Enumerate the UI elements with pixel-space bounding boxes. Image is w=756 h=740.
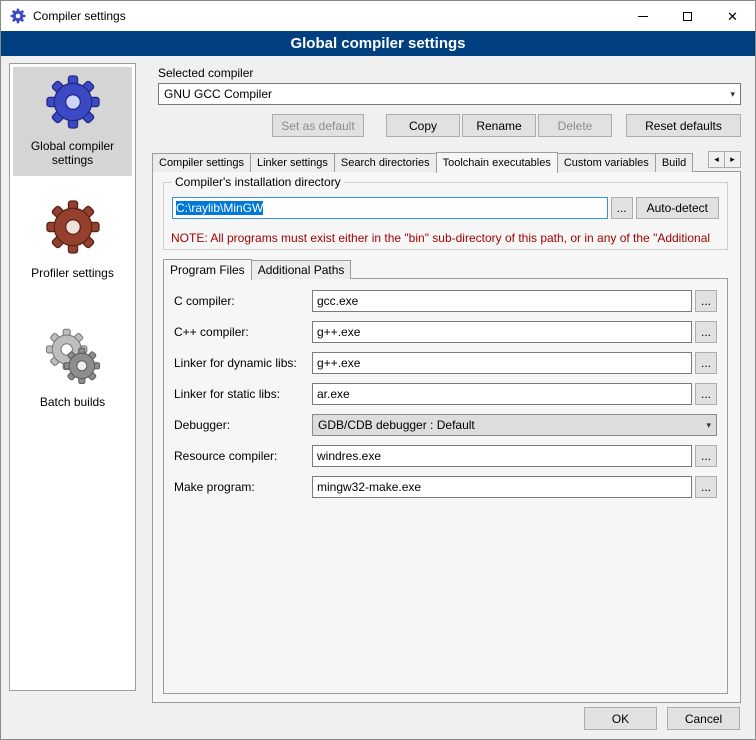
auto-detect-button[interactable]: Auto-detect — [636, 197, 719, 219]
form-row-debugger: Debugger: GDB/CDB debugger : Default ▾ — [174, 414, 717, 436]
tab-build[interactable]: Build — [655, 153, 693, 172]
rename-button[interactable]: Rename — [462, 114, 536, 137]
installation-directory-selected-text: C:\raylib\MinGW — [176, 201, 263, 215]
linker-static-label: Linker for static libs: — [174, 387, 312, 401]
form-row-linker-dynamic: Linker for dynamic libs: ... — [174, 352, 717, 374]
resource-compiler-input[interactable] — [312, 445, 692, 467]
debugger-select[interactable]: GDB/CDB debugger : Default ▾ — [312, 414, 717, 436]
window-icon — [10, 8, 26, 24]
installation-directory-row: C:\raylib\MinGW ... Auto-detect — [172, 197, 719, 219]
form-row-c-compiler: C compiler: ... — [174, 290, 717, 312]
tab-linker-settings[interactable]: Linker settings — [250, 153, 335, 172]
settings-category-list: Global compiler settings Profiler settin… — [9, 63, 136, 691]
copy-button[interactable]: Copy — [386, 114, 460, 137]
linker-dynamic-label: Linker for dynamic libs: — [174, 356, 312, 370]
form-row-linker-static: Linker for static libs: ... — [174, 383, 717, 405]
chevron-down-icon: ▾ — [706, 420, 711, 431]
tab-scroll-left-icon: ◂ — [714, 155, 719, 164]
subtab-program-files[interactable]: Program Files — [163, 259, 252, 280]
linker-dynamic-input[interactable] — [312, 352, 692, 374]
browse-installation-directory-button[interactable]: ... — [611, 197, 633, 219]
main-panel: Selected compiler GNU GCC Compiler ▾ Set… — [146, 63, 749, 705]
selected-compiler-select[interactable]: GNU GCC Compiler ▾ — [158, 83, 741, 105]
browse-button[interactable]: ... — [695, 352, 717, 374]
make-program-input[interactable] — [312, 476, 692, 498]
profiler-settings-icon — [45, 197, 101, 257]
chevron-down-icon: ▾ — [730, 89, 735, 100]
tab-compiler-settings[interactable]: Compiler settings — [152, 153, 251, 172]
browse-button[interactable]: ... — [695, 476, 717, 498]
sidebar-item-label: Batch builds — [40, 395, 105, 409]
subtab-additional-paths[interactable]: Additional Paths — [251, 260, 352, 279]
debugger-value: GDB/CDB debugger : Default — [318, 418, 702, 432]
resource-compiler-label: Resource compiler: — [174, 449, 312, 463]
settings-tab-bar: Compiler settings Linker settings Search… — [152, 151, 741, 172]
linker-static-input[interactable] — [312, 383, 692, 405]
form-row-resource-compiler: Resource compiler: ... — [174, 445, 717, 467]
sidebar-item-label: Profiler settings — [31, 266, 114, 280]
tab-custom-variables[interactable]: Custom variables — [557, 153, 656, 172]
browse-button[interactable]: ... — [695, 290, 717, 312]
installation-directory-input[interactable]: C:\raylib\MinGW — [172, 197, 608, 219]
minimize-button[interactable] — [620, 1, 665, 31]
c-compiler-label: C compiler: — [174, 294, 312, 308]
maximize-button[interactable] — [665, 1, 710, 31]
close-button[interactable]: ✕ — [710, 1, 755, 31]
sidebar-item-global-compiler-settings[interactable]: Global compiler settings — [13, 67, 132, 176]
tab-scroll-right-icon: ▸ — [730, 155, 735, 164]
sidebar-item-label: Global compiler settings — [15, 139, 130, 167]
reset-defaults-button[interactable]: Reset defaults — [626, 114, 741, 137]
delete-button: Delete — [538, 114, 612, 137]
tab-search-directories[interactable]: Search directories — [334, 153, 437, 172]
window-title: Compiler settings — [33, 9, 126, 23]
debugger-label: Debugger: — [174, 418, 312, 432]
form-row-cpp-compiler: C++ compiler: ... — [174, 321, 717, 343]
tab-scroll-buttons: ◂ ▸ — [708, 151, 741, 168]
global-compiler-settings-gear-icon — [45, 74, 101, 130]
dialog-header: Global compiler settings — [1, 31, 755, 56]
make-program-label: Make program: — [174, 480, 312, 494]
browse-button[interactable]: ... — [695, 321, 717, 343]
compiler-settings-window: Compiler settings ✕ Global compiler sett… — [0, 0, 756, 740]
tab-scroll-left-button[interactable]: ◂ — [708, 151, 725, 168]
program-files-tab-bar: Program Files Additional Paths — [163, 259, 350, 279]
tab-scroll-right-button[interactable]: ▸ — [724, 151, 741, 168]
set-as-default-button: Set as default — [272, 114, 364, 137]
cpp-compiler-input[interactable] — [312, 321, 692, 343]
c-compiler-input[interactable] — [312, 290, 692, 312]
minimize-icon — [638, 16, 648, 17]
installation-directory-group-title: Compiler's installation directory — [172, 175, 344, 189]
program-files-panel: C compiler: ... C++ compiler: ... Linker… — [163, 278, 728, 694]
sidebar-item-batch-builds[interactable]: Batch builds — [13, 321, 132, 418]
close-icon: ✕ — [727, 10, 738, 23]
titlebar: Compiler settings ✕ — [1, 1, 755, 31]
compiler-actions-row: Set as default Copy Rename Delete Reset … — [158, 114, 741, 137]
batch-builds-gears-icon — [44, 328, 102, 386]
ok-button[interactable]: OK — [584, 707, 657, 730]
cancel-button[interactable]: Cancel — [667, 707, 740, 730]
browse-button[interactable]: ... — [695, 383, 717, 405]
selected-compiler-label: Selected compiler — [158, 66, 253, 80]
browse-button[interactable]: ... — [695, 445, 717, 467]
cpp-compiler-label: C++ compiler: — [174, 325, 312, 339]
sidebar-item-profiler-settings[interactable]: Profiler settings — [13, 190, 132, 289]
maximize-icon — [683, 12, 692, 21]
bin-subdirectory-note: NOTE: All programs must exist either in … — [171, 231, 748, 245]
form-row-make-program: Make program: ... — [174, 476, 717, 498]
toolchain-executables-panel: Compiler's installation directory C:\ray… — [152, 171, 741, 703]
selected-compiler-value: GNU GCC Compiler — [164, 87, 726, 101]
caption-buttons: ✕ — [620, 1, 755, 31]
tab-toolchain-executables[interactable]: Toolchain executables — [436, 152, 558, 173]
